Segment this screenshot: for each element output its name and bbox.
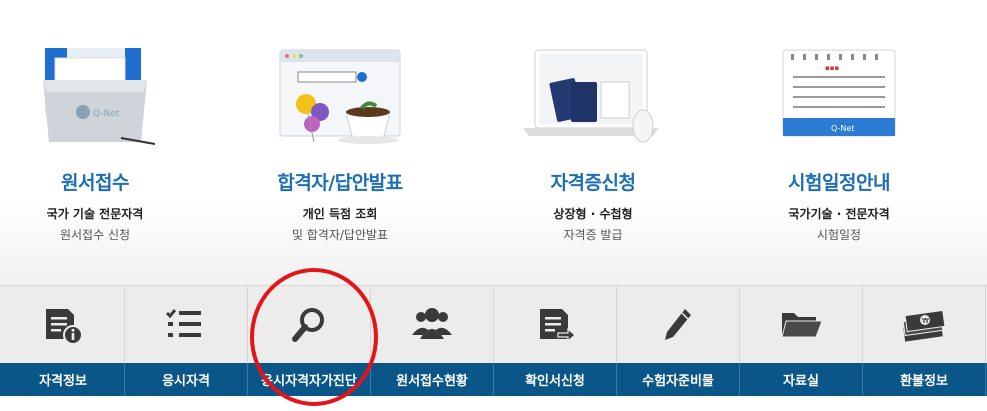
menu-label-certificate-request[interactable]: 확인서신청 xyxy=(494,363,617,396)
laptop-passport-icon xyxy=(513,30,673,148)
card-desc: 상장형 · 수첩형 xyxy=(553,207,633,221)
quick-menu-icons: ₩ xyxy=(0,285,987,364)
card-title: 원서접수 xyxy=(61,172,129,194)
menu-item-certificate-request[interactable] xyxy=(494,286,617,364)
menu-item-resources[interactable] xyxy=(740,286,863,364)
folder-icon xyxy=(781,313,823,338)
card-desc: 시험일정 xyxy=(816,228,862,242)
card-desc: 및 합격자/답안발표 xyxy=(291,228,389,242)
menu-label-exam-supplies[interactable]: 수험자준비물 xyxy=(617,363,740,396)
folder-qnet-icon: Q-Net xyxy=(25,30,165,148)
users-icon xyxy=(412,308,452,339)
menu-label-resources[interactable]: 자료실 xyxy=(740,363,863,396)
card-title: 자격증신청 xyxy=(550,172,636,194)
card-application[interactable]: Q-Net 원서접수 국가 기술 전문자격 원서접수 신청 xyxy=(0,30,200,243)
calendar-icon: ▪▪▪ Q-Net xyxy=(769,30,909,148)
card-desc: 국가 기술 전문자격 xyxy=(46,207,144,221)
document-arrow-icon xyxy=(540,309,576,343)
card-desc: 국가기술 · 전문자격 xyxy=(788,207,890,221)
menu-label-refund-info[interactable]: 환불정보 xyxy=(863,363,986,396)
card-certificate[interactable]: 자격증신청 상장형 · 수첩형 자격증 발급 xyxy=(488,30,698,243)
quick-menu-labels: 자격정보 응시자격 응시자격자가진단 원서접수현황 확인서신청 수험자준비물 자… xyxy=(0,363,987,396)
card-results[interactable]: 합격자/답안발표 개인 득점 조회 및 합격자/답안발표 xyxy=(235,30,445,243)
card-title: 시험일정안내 xyxy=(788,172,890,194)
svg-text:▪▪▪: ▪▪▪ xyxy=(825,64,839,72)
card-desc: 개인 득점 조회 xyxy=(302,207,378,221)
svg-text:₩: ₩ xyxy=(922,317,929,325)
browser-teacup-icon xyxy=(270,30,410,148)
menu-item-refund-info[interactable]: ₩ xyxy=(863,286,986,364)
qnet-logo-text: Q-Net xyxy=(831,124,854,133)
card-desc: 원서접수 신청 xyxy=(59,228,131,242)
service-cards: Q-Net 원서접수 국가 기술 전문자격 원서접수 신청 합격자/답안발표 개… xyxy=(0,0,987,285)
menu-label-qualification-info[interactable]: 자격정보 xyxy=(2,363,125,396)
card-desc: 자격증 발급 xyxy=(563,228,623,242)
footer-spacer xyxy=(0,396,987,411)
menu-item-exam-supplies[interactable] xyxy=(617,286,740,364)
card-schedule[interactable]: ▪▪▪ Q-Net 시험일정안내 국가기술 · 전문자격 시험일정 xyxy=(734,30,944,243)
qnet-logo-text: Q-Net xyxy=(93,109,120,119)
menu-label-eligibility[interactable]: 응시자격 xyxy=(125,363,248,396)
highlight-circle xyxy=(250,268,378,406)
pencil-icon xyxy=(665,309,691,340)
document-info-icon xyxy=(46,309,83,345)
checklist-icon xyxy=(165,309,201,337)
menu-item-eligibility[interactable] xyxy=(125,286,248,364)
cash-icon: ₩ xyxy=(902,309,946,342)
menu-item-application-status[interactable] xyxy=(371,286,494,364)
card-title: 합격자/답안발표 xyxy=(277,172,403,194)
menu-label-application-status[interactable]: 원서접수현황 xyxy=(371,363,494,396)
menu-item-qualification-info[interactable] xyxy=(2,286,125,364)
quick-menu: ₩ 자격정보 응시자격 응시자격자가진단 원서접수현황 확인서신청 수험자준비물… xyxy=(0,285,987,411)
